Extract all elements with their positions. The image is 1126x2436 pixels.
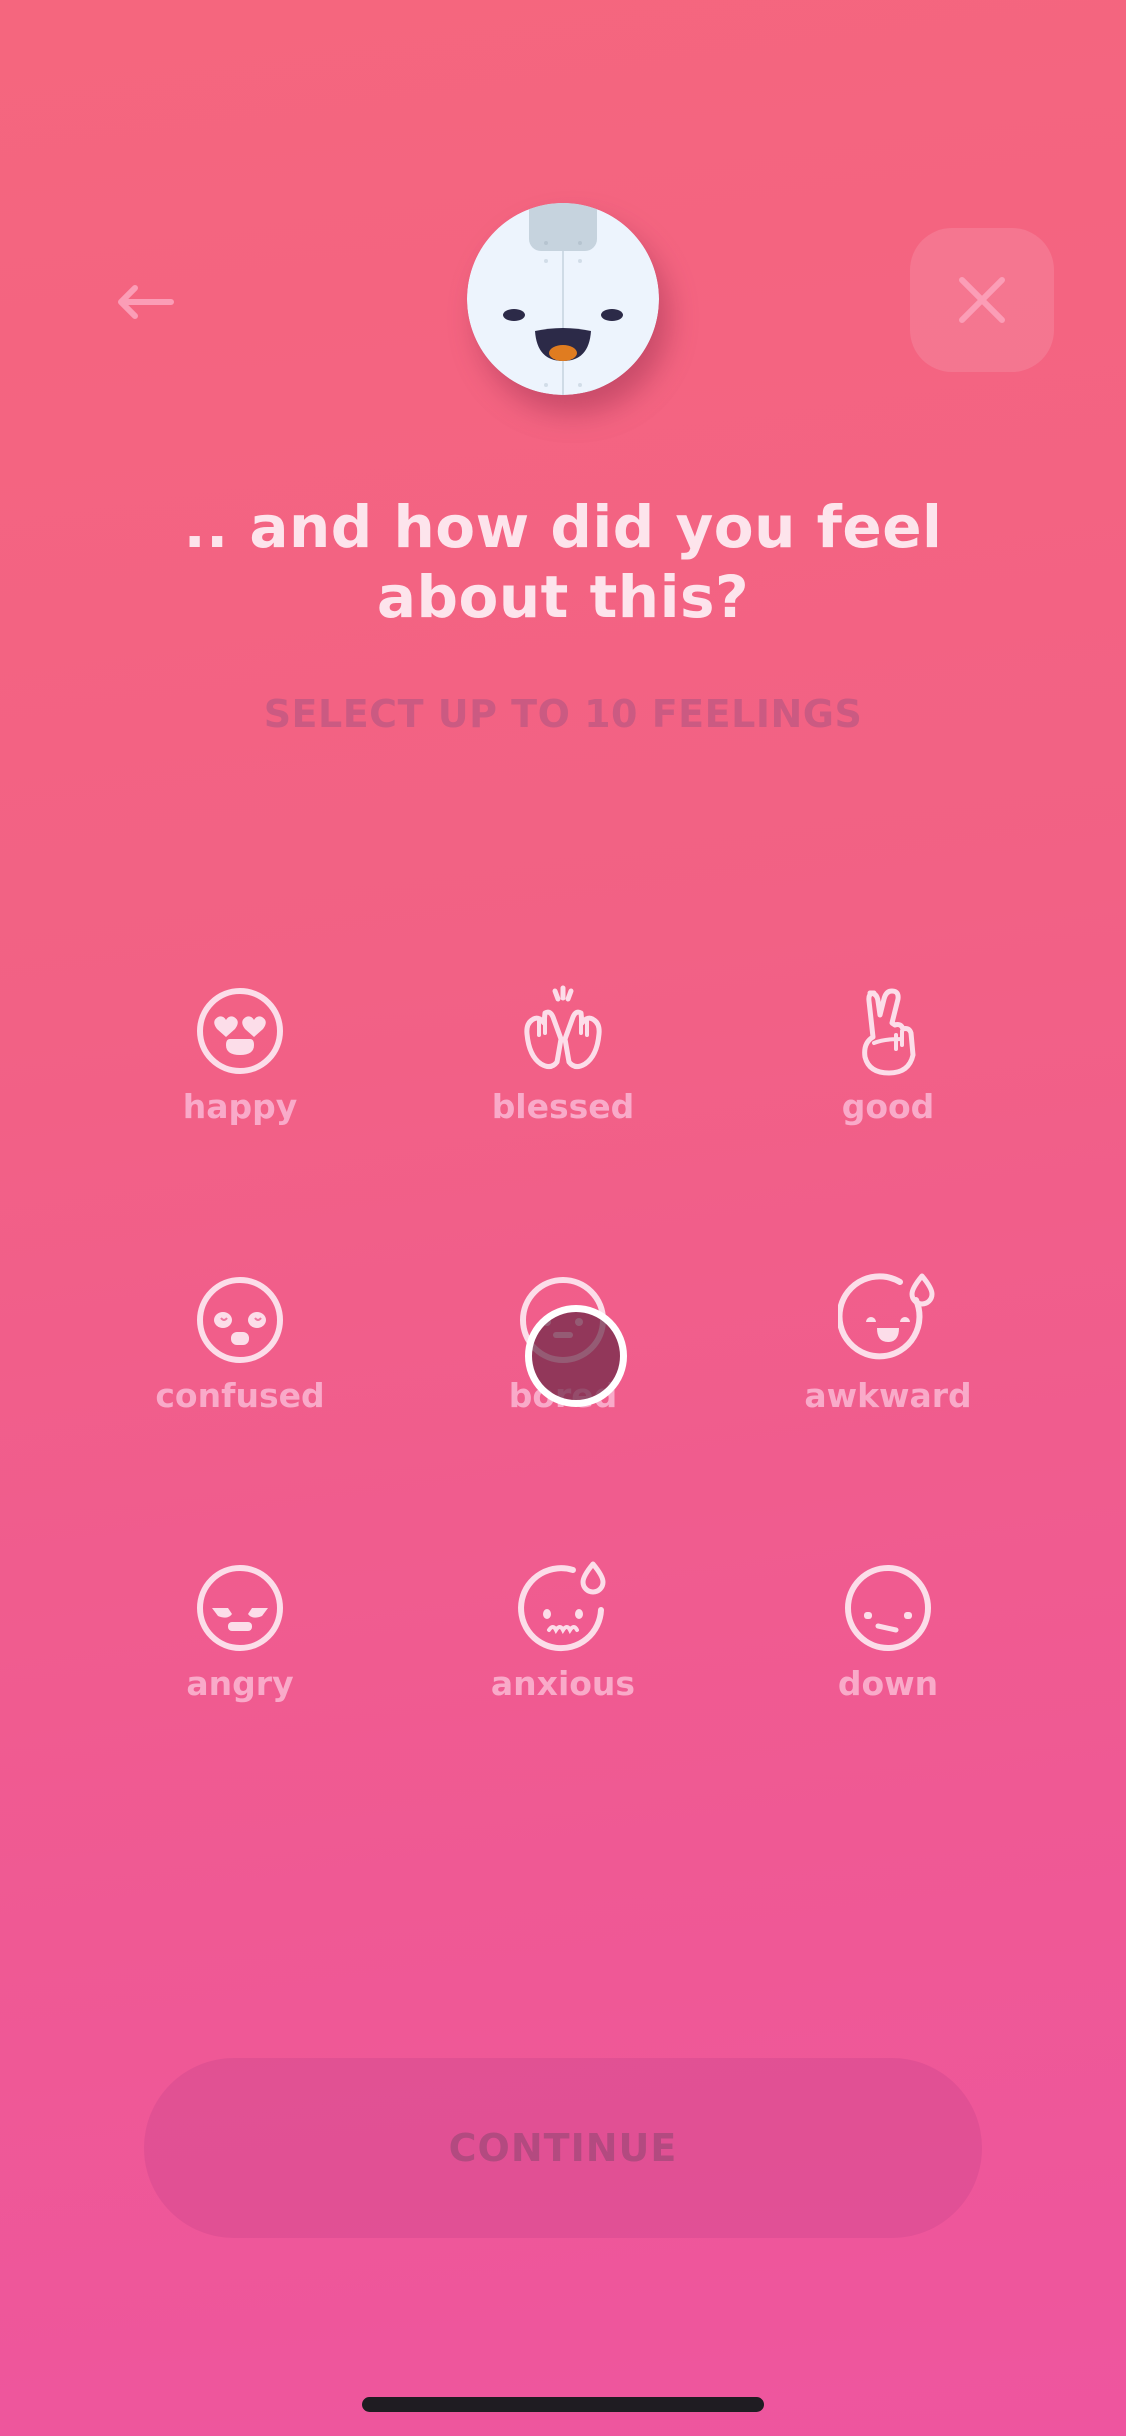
anxious-sweat-face-icon <box>518 1561 606 1652</box>
confused-face-icon <box>197 1277 283 1363</box>
feeling-awkward[interactable]: awkward <box>738 1270 1038 1470</box>
feeling-label: happy <box>182 1087 298 1126</box>
feeling-happy[interactable]: happy <box>90 981 390 1181</box>
home-indicator[interactable] <box>362 2397 764 2412</box>
feeling-label: good <box>841 1087 935 1126</box>
touch-indicator <box>525 1305 627 1407</box>
feeling-label: angry <box>186 1664 294 1703</box>
feeling-angry[interactable]: angry <box>90 1558 390 1758</box>
feeling-confused[interactable]: confused <box>90 1270 390 1470</box>
sad-face-icon <box>845 1565 931 1651</box>
raised-hands-icon <box>524 985 602 1070</box>
feeling-blessed[interactable]: blessed <box>413 981 713 1181</box>
sweat-smile-face-icon <box>838 1273 935 1360</box>
feeling-good[interactable]: good <box>738 981 1038 1181</box>
angry-face-icon <box>197 1565 283 1651</box>
feeling-label: anxious <box>490 1664 636 1703</box>
feeling-label: awkward <box>804 1376 972 1415</box>
feeling-label: down <box>837 1664 939 1703</box>
continue-button[interactable]: CONTINUE <box>144 2058 982 2238</box>
continue-label: CONTINUE <box>448 2126 678 2170</box>
feeling-label: confused <box>155 1376 325 1415</box>
feeling-anxious[interactable]: anxious <box>413 1558 713 1758</box>
heart-eyes-face-icon <box>197 988 283 1074</box>
feeling-label: blessed <box>491 1087 635 1126</box>
feeling-down[interactable]: down <box>738 1558 1038 1758</box>
victory-hand-icon <box>862 988 916 1076</box>
